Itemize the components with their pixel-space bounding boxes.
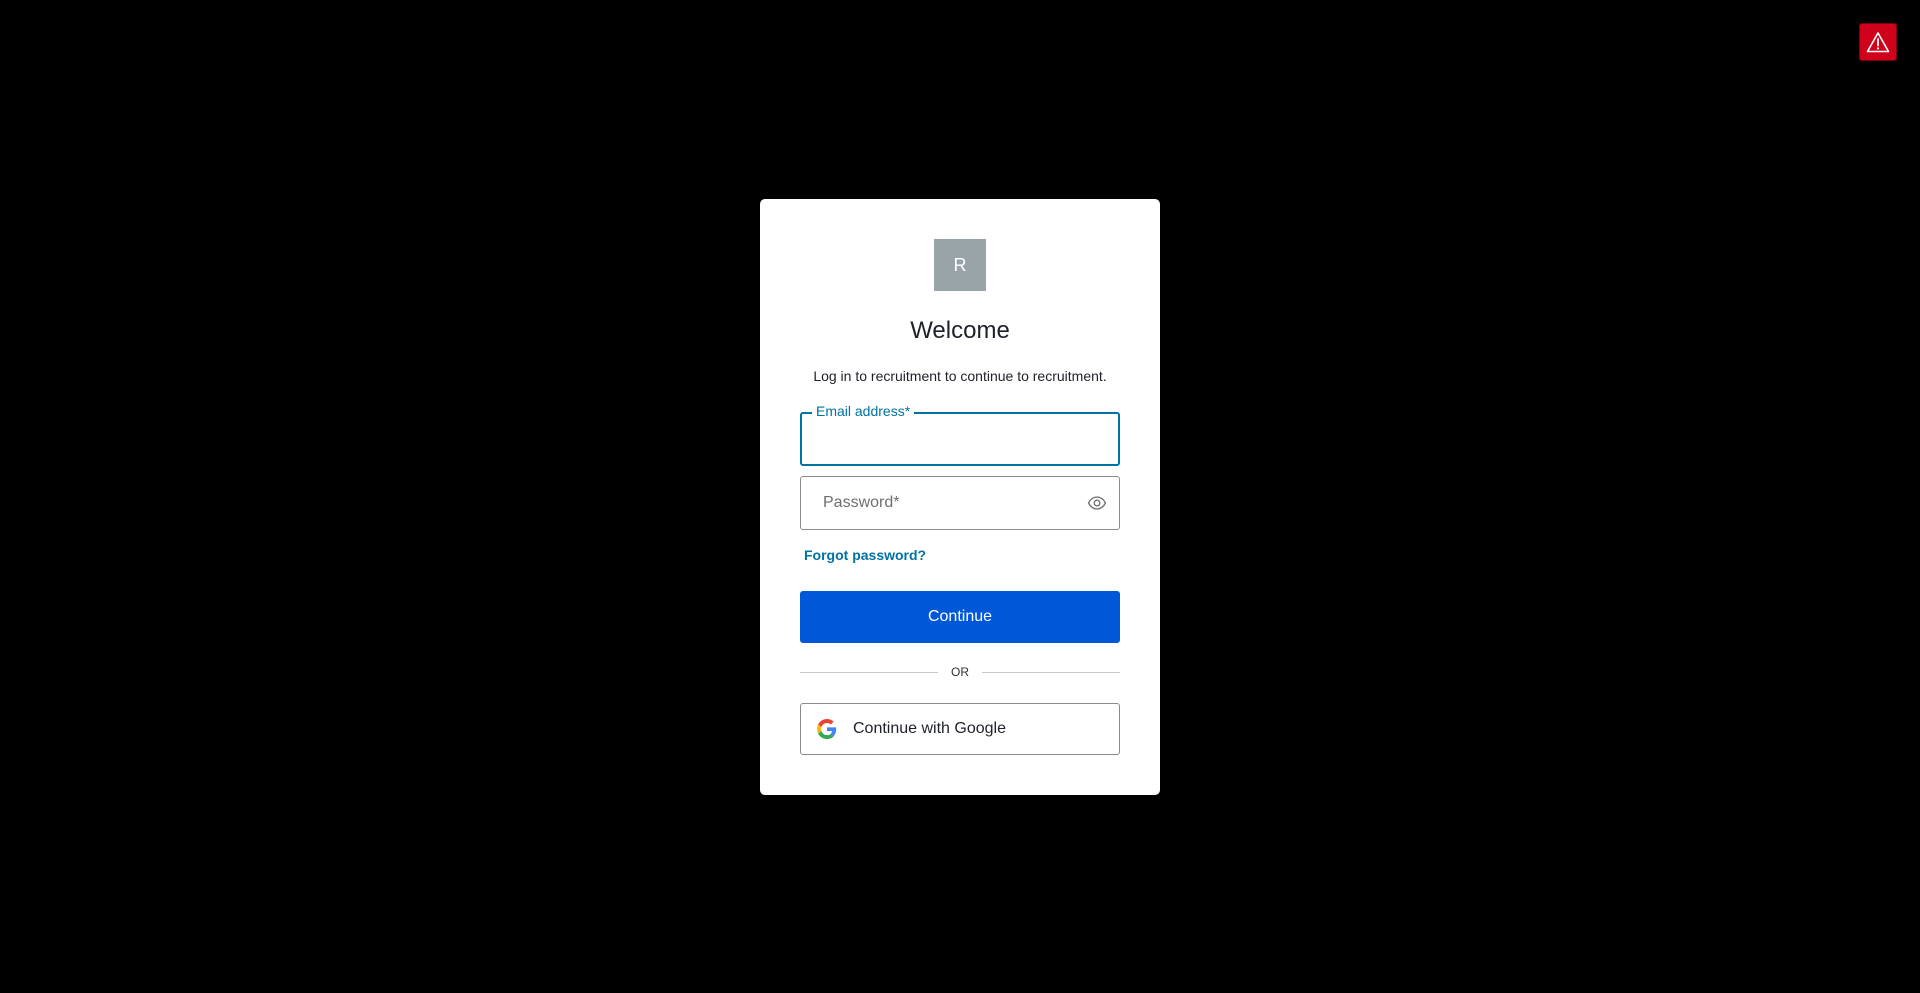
forgot-password-link[interactable]: Forgot password? [804,547,926,563]
divider-line-right [982,671,1120,673]
divider-line-left [800,671,938,673]
email-field: Email address* [800,403,1120,466]
page-title: Welcome [910,317,1010,344]
warning-icon [1866,32,1890,53]
login-subtitle: Log in to recruitment to continue to rec… [813,368,1107,384]
password-field [800,476,1120,530]
google-button-label: Continue with Google [853,720,1006,737]
continue-button[interactable]: Continue [800,591,1120,643]
app-logo: R [934,239,986,291]
page-backdrop: R Welcome Log in to recruitment to conti… [0,0,1920,993]
password-input[interactable] [801,477,1119,529]
logo-letter: R [953,254,967,275]
divider-label: OR [951,665,969,679]
or-divider: OR [800,665,1120,679]
google-icon [817,719,837,739]
eye-icon[interactable] [1087,494,1107,512]
continue-with-google-button[interactable]: Continue with Google [800,703,1120,755]
login-card: R Welcome Log in to recruitment to conti… [760,199,1160,795]
email-input[interactable] [802,414,1118,464]
alert-badge[interactable] [1859,23,1897,61]
